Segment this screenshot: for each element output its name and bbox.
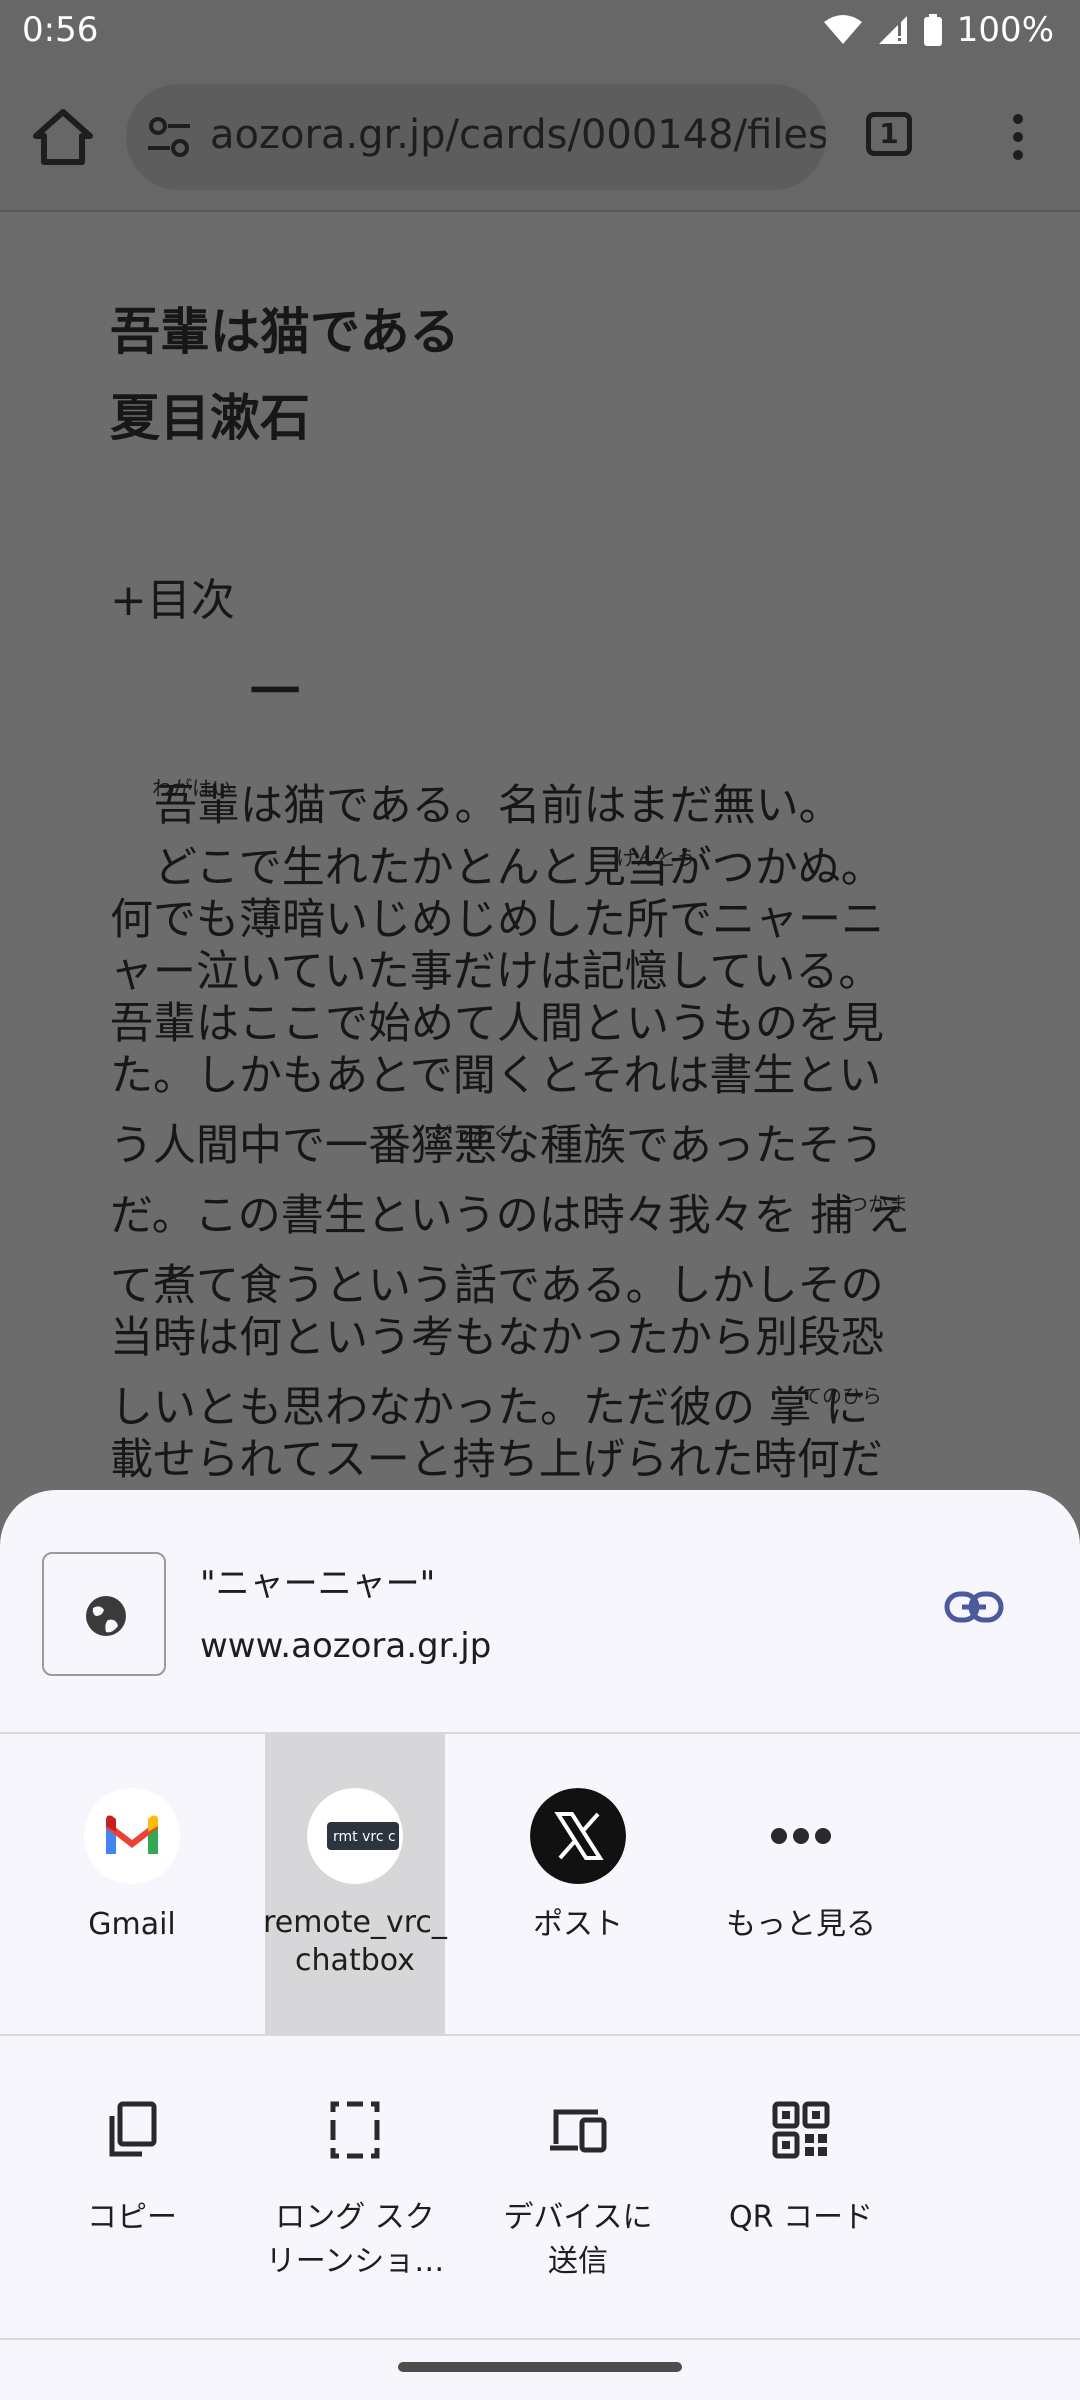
more-icon bbox=[771, 1828, 831, 1844]
status-bar: 0:56 100% bbox=[0, 0, 1080, 64]
share-targets: Gmail rmt vrc c remote_vrc_ chatbox ポスト bbox=[0, 1734, 1080, 2034]
gesture-navigation-bar[interactable] bbox=[398, 2362, 682, 2372]
home-icon[interactable] bbox=[30, 104, 96, 170]
battery-icon bbox=[923, 14, 942, 46]
toc-link[interactable]: +目次 bbox=[110, 564, 235, 628]
chapter-heading: 一 bbox=[250, 663, 300, 721]
send-to-device-icon bbox=[550, 2109, 607, 2153]
text-line: しいとも思わなかった。ただ彼の 掌 に bbox=[110, 1383, 869, 1433]
share-target-more[interactable]: もっと見る bbox=[711, 1734, 891, 2034]
share-actions: コピー ロング スク リーンショ… デバイスに 送信 QR コード bbox=[0, 2036, 1080, 2336]
action-qr-code[interactable]: QR コード bbox=[686, 2036, 916, 2336]
book-author: 夏目漱石 bbox=[110, 389, 310, 447]
share-target-label: ポスト bbox=[533, 1907, 623, 1942]
status-time: 0:56 bbox=[22, 10, 99, 50]
text-line: た。しかもあとで聞くとそれは書生とい bbox=[110, 1051, 882, 1101]
action-label: QR コード bbox=[729, 2200, 873, 2235]
text-line: 載せられてスーと持ち上げられた時何だ bbox=[110, 1435, 883, 1485]
preview-thumbnail bbox=[42, 1552, 166, 1676]
share-target-label: Gmail bbox=[88, 1907, 176, 1942]
book-title: 吾輩は猫である bbox=[110, 303, 460, 361]
wifi-icon bbox=[823, 15, 862, 44]
url-text: aozora.gr.jp/cards/000148/files bbox=[210, 112, 826, 158]
url-bar[interactable]: aozora.gr.jp/cards/000148/files bbox=[126, 84, 826, 190]
tab-switcher-button[interactable]: 1 bbox=[866, 112, 912, 156]
action-copy[interactable]: コピー bbox=[17, 2036, 247, 2336]
text-line: 吾輩はここで始めて人間というものを見 bbox=[110, 999, 884, 1049]
share-target-remote-vrc-chatbox[interactable]: rmt vrc c remote_vrc_ chatbox bbox=[263, 1734, 447, 2034]
body-text: 吾輩は猫である。名前はまだ無い。 どこで生れたかとんと見当がつかぬ。 何でも薄暗… bbox=[110, 780, 970, 1486]
copy-icon bbox=[109, 2101, 157, 2157]
share-target-post[interactable]: ポスト bbox=[488, 1734, 668, 2034]
share-title: "ニャーニャー" bbox=[200, 1564, 436, 1604]
long-screenshot-icon bbox=[330, 2101, 380, 2159]
share-target-label: もっと見る bbox=[726, 1907, 876, 1942]
action-label: デバイスに 送信 bbox=[503, 2200, 653, 2279]
text-line: 当時は何という考もなかったから別段恐 bbox=[110, 1313, 884, 1363]
text-line: 何でも薄暗いじめじめした所でニャーニ bbox=[110, 895, 884, 945]
action-long-screenshot[interactable]: ロング スク リーンショ… bbox=[240, 2036, 470, 2336]
app-icon-text: rmt vrc c bbox=[333, 1829, 396, 1845]
text-line: だ。この書生というのは時々我々を 捕 え bbox=[110, 1191, 911, 1241]
share-preview: "ニャーニャー" www.aozora.gr.jp bbox=[0, 1490, 1080, 1732]
battery-percent: 100% bbox=[956, 10, 1054, 50]
action-label: コピー bbox=[87, 2200, 177, 2235]
text-line: う人間中で一番獰悪な種族であったそう bbox=[110, 1121, 884, 1171]
share-url: www.aozora.gr.jp bbox=[200, 1626, 492, 1666]
share-target-label: remote_vrc_ chatbox bbox=[263, 1905, 447, 1978]
share-target-gmail[interactable]: Gmail bbox=[42, 1734, 222, 2034]
globe-icon bbox=[86, 1596, 126, 1636]
text-line: て煮て食うという話である。しかしその bbox=[110, 1261, 884, 1311]
site-settings-icon[interactable] bbox=[146, 114, 192, 160]
gmail-icon bbox=[84, 1788, 180, 1884]
overflow-menu-icon[interactable] bbox=[1000, 108, 1036, 168]
app-icon: rmt vrc c bbox=[307, 1788, 403, 1884]
share-sheet: "ニャーニャー" www.aozora.gr.jp Gmail rmt vrc … bbox=[0, 1490, 1080, 2400]
divider bbox=[0, 2338, 1080, 2340]
link-icon[interactable] bbox=[944, 1586, 1004, 1628]
qr-code-icon bbox=[772, 2101, 830, 2159]
text-line: ャー泣いていた事だけは記憶している。 bbox=[110, 947, 882, 997]
action-send-to-device[interactable]: デバイスに 送信 bbox=[463, 2036, 693, 2336]
status-icons: 100% bbox=[823, 10, 1054, 50]
action-label: ロング スク リーンショ… bbox=[265, 2200, 445, 2279]
browser-toolbar: aozora.gr.jp/cards/000148/files 1 bbox=[0, 64, 1080, 212]
text-line: どこで生れたかとんと見当がつかぬ。 bbox=[154, 843, 884, 893]
x-icon bbox=[530, 1788, 626, 1884]
text-line: 吾輩は猫である。名前はまだ無い。 bbox=[154, 781, 842, 831]
signal-icon bbox=[878, 16, 907, 44]
page-content: 吾輩は猫である 夏目漱石 +目次 一 わがはい けんとう どうあく つかま に … bbox=[0, 212, 1080, 1512]
